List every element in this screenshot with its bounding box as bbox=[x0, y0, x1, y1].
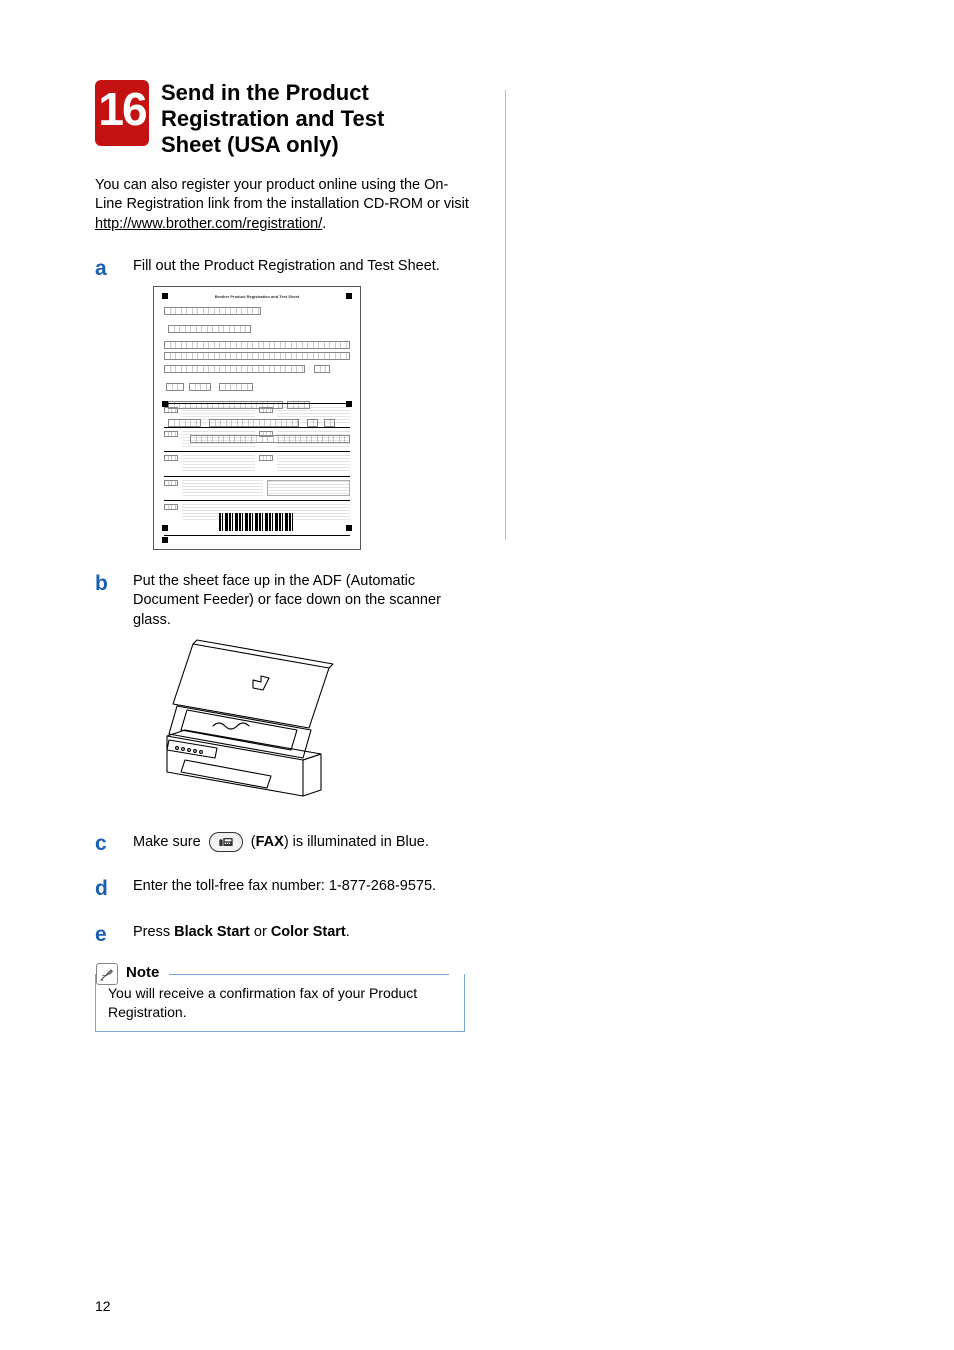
substep-letter: d bbox=[95, 877, 113, 900]
note-label: Note bbox=[126, 963, 159, 983]
step-title-line: Send in the Product bbox=[161, 80, 369, 105]
text: Press bbox=[133, 924, 174, 940]
step-header: 16 Send in the Product Registration and … bbox=[95, 80, 475, 158]
fax-label: FAX bbox=[256, 834, 284, 850]
intro-period: . bbox=[322, 216, 326, 232]
text: or bbox=[250, 924, 271, 940]
note-box: Note You will receive a confirmation fax… bbox=[95, 974, 465, 1033]
substep-body: Fill out the Product Registration and Te… bbox=[133, 257, 440, 277]
substep-letter: c bbox=[95, 832, 113, 855]
substep-d: d Enter the toll-free fax number: 1-877-… bbox=[95, 877, 475, 900]
fax-mode-button-icon bbox=[209, 832, 243, 852]
color-start-label: Color Start bbox=[271, 924, 346, 940]
text: ) is illuminated in Blue. bbox=[284, 834, 429, 850]
substep-b: b Put the sheet face up in the ADF (Auto… bbox=[95, 572, 475, 631]
step-number-badge: 16 bbox=[95, 80, 149, 146]
substep-letter: e bbox=[95, 923, 113, 946]
page-number: 12 bbox=[95, 1298, 111, 1314]
substep-a: a Fill out the Product Registration and … bbox=[95, 257, 475, 280]
step-title-line: Sheet (USA only) bbox=[161, 132, 339, 157]
step-title-line: Registration and Test bbox=[161, 106, 384, 131]
barcode-icon bbox=[219, 513, 295, 531]
note-text: You will receive a confirmation fax of y… bbox=[108, 985, 417, 1020]
step-title: Send in the Product Registration and Tes… bbox=[161, 80, 384, 158]
scanner-glass-figure bbox=[153, 636, 349, 810]
intro-text: You can also register your product onlin… bbox=[95, 177, 469, 213]
substep-body: Press Black Start or Color Start. bbox=[133, 923, 350, 943]
substep-body: Put the sheet face up in the ADF (Automa… bbox=[133, 572, 475, 631]
column-divider bbox=[505, 90, 506, 540]
substep-letter: b bbox=[95, 572, 113, 595]
form-title: Brother Product Registration and Test Sh… bbox=[154, 294, 360, 299]
substep-body: Make sure bbox=[133, 832, 429, 852]
substep-letter: a bbox=[95, 257, 113, 280]
substep-e: e Press Black Start or Color Start. bbox=[95, 923, 475, 946]
substep-body: Enter the toll-free fax number: 1-877-26… bbox=[133, 877, 436, 897]
text: . bbox=[346, 924, 350, 940]
note-icon bbox=[96, 963, 118, 985]
registration-form-figure: Brother Product Registration and Test Sh… bbox=[153, 286, 361, 550]
intro-paragraph: You can also register your product onlin… bbox=[95, 176, 475, 235]
substep-c: c Make sure bbox=[95, 832, 475, 855]
black-start-label: Black Start bbox=[174, 924, 250, 940]
registration-url[interactable]: http://www.brother.com/registration/ bbox=[95, 216, 322, 232]
text: Make sure bbox=[133, 834, 201, 850]
